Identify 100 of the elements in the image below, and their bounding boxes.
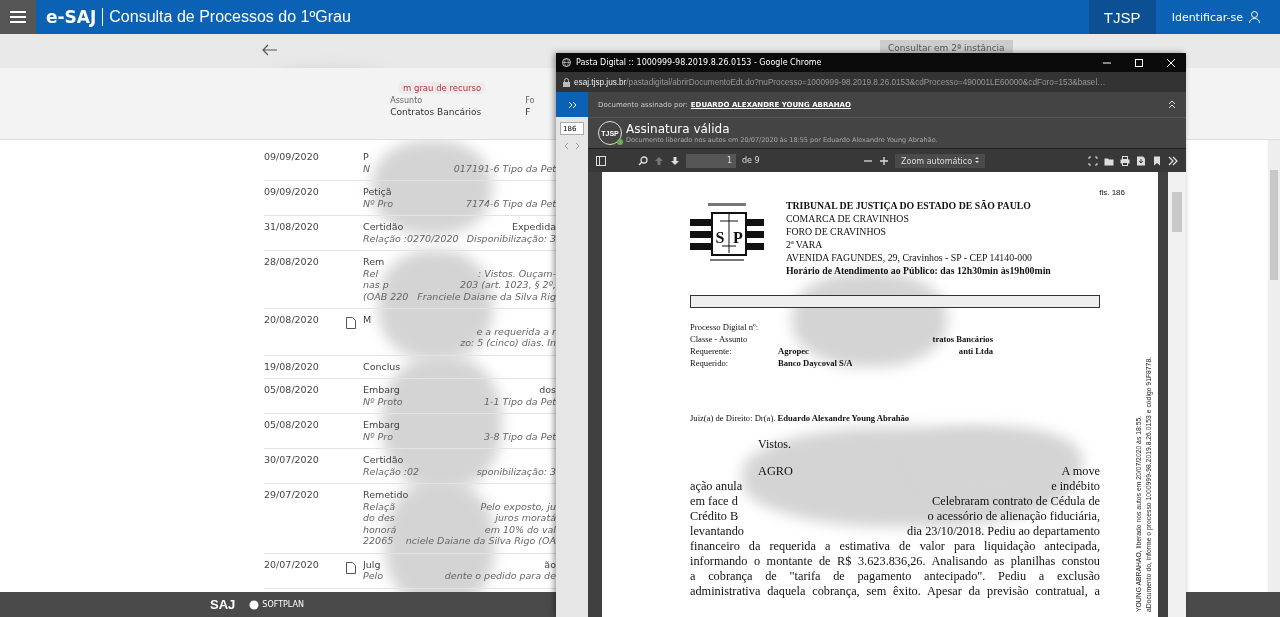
field-label: Requerido: — [690, 357, 730, 369]
movement-detail: 017191-6 Tipo da Pet — [453, 162, 556, 174]
menu-icon — [10, 11, 26, 23]
plus-icon — [879, 155, 890, 166]
paragraph-text: A move — [1061, 464, 1100, 479]
movement-detail: Relação :02 — [363, 465, 420, 477]
close-button[interactable] — [1166, 57, 1176, 68]
login-button[interactable]: Identificar-se — [1165, 9, 1266, 25]
movement-detail: Relação :0270/2020 — [363, 232, 459, 244]
judge-line: Juiz(a) de Direito: Dr(a). Eduardo Alexandre Young Abrahão — [690, 413, 911, 423]
letterhead-line: FORO DE CRAVINHOS — [786, 225, 887, 238]
paragraph-text: AGRO — [758, 464, 793, 479]
movement-detail: Rel — [363, 267, 379, 279]
document-icon[interactable] — [346, 317, 356, 329]
sidebar-icon — [596, 155, 606, 166]
viewer-scrollbar[interactable] — [1168, 172, 1186, 617]
maximize-icon — [1134, 57, 1144, 68]
movement-detail: Relaçã — [363, 500, 395, 512]
fullscreen-button[interactable] — [1088, 155, 1098, 166]
movement-detail: em 10% do val — [484, 523, 556, 535]
page-count: de 9 — [742, 156, 760, 165]
print-button[interactable] — [1120, 155, 1130, 166]
movement-detail: Nº Pro — [363, 430, 394, 442]
movement-detail: N — [363, 162, 371, 174]
field-label: Classe - Assunto — [690, 333, 749, 345]
greeting-text: Vistos. — [758, 437, 792, 452]
document-icon[interactable] — [346, 561, 356, 574]
movement-detail: nas p — [363, 279, 389, 291]
letterhead-line: AVENIDA FAGUNDES, 29, Cravinhos - SP - CEP 14140-000 — [786, 251, 1034, 264]
close-icon — [1166, 57, 1176, 68]
download-button[interactable] — [1136, 155, 1146, 166]
softplan-logo: SOFTPLAN — [249, 599, 304, 610]
back-arrow-icon — [262, 43, 278, 56]
double-chevron-right-icon — [567, 100, 577, 109]
movement-date: 05/08/2020 — [264, 419, 320, 432]
paragraph-text: Crédito B — [690, 509, 739, 524]
field-value: Agropec — [778, 345, 809, 357]
movement-title: M — [363, 314, 372, 326]
movement-detail: zo: 5 (cinco) dias. In — [460, 337, 556, 349]
movement-detail: juros moratá — [495, 512, 556, 524]
movement-detail: (OAB 220 — [363, 290, 409, 302]
zoom-select[interactable]: Zoom automático — [895, 153, 985, 168]
bookmark-button[interactable] — [1152, 155, 1162, 166]
paragraph-line: administrativa daquela cobrança, sem êxito. Apesar da previsão contratual, a — [690, 584, 1100, 599]
movement-detail: Disponibilização: 3 — [466, 232, 556, 244]
movement-detail: e a requerida a r — [476, 325, 556, 337]
movement-title: dos — [539, 384, 556, 396]
paragraph-text: dia 23/10/2018. Pediu ao departamento — [907, 524, 1100, 539]
court-seal-drawing: S P — [690, 199, 764, 265]
movement-detail: honorá — [363, 523, 397, 535]
movement-detail: 7174-6 Tipo da Pet — [465, 197, 556, 209]
movement-title: Petiçã — [363, 186, 392, 198]
movement-detail: 1-1 Tipo da Pet — [484, 395, 556, 407]
field-label: Requerente: — [690, 345, 733, 357]
movement-date: 20/07/2020 — [264, 558, 320, 572]
paragraph-text: o acessório de alienação fiduciária, — [927, 509, 1100, 524]
collapse-button[interactable] — [1168, 100, 1176, 109]
next-page-button[interactable] — [670, 155, 680, 166]
more-tools-button[interactable] — [1168, 155, 1178, 166]
window-title: Pasta Digital :: 1000999-98.2019.8.26.0153 - Google Chrome — [576, 58, 822, 67]
field-value: F — [525, 107, 532, 117]
zoom-in-button[interactable] — [879, 155, 890, 166]
menu-button[interactable] — [0, 0, 36, 34]
paragraph-text: em face d — [690, 494, 738, 509]
movement-title: Embarg — [363, 384, 400, 396]
previous-page-button[interactable] — [654, 155, 664, 166]
movement-title: Certidão — [363, 221, 404, 233]
movement-date: 19/08/2020 — [264, 360, 320, 372]
movement-detail: 203 (art. 1023, § 2º, — [460, 279, 556, 291]
letterhead-line: 2ª VARA — [786, 238, 824, 251]
letterhead-line: Horário de Atendimento ao Público: das 12h30min às19h00min — [786, 264, 1051, 277]
sidebar-toggle-button[interactable] — [596, 155, 606, 166]
page-number-field[interactable]: 1 — [686, 153, 736, 168]
folio-number: fls. 186 — [1098, 188, 1125, 197]
movement-detail: Pelo exposto, ju — [480, 500, 556, 512]
movement-detail: dente o pedido para de — [444, 570, 556, 582]
movement-detail: do des — [363, 512, 395, 524]
expand-icon — [1088, 155, 1098, 166]
letterhead-line: COMARCA DE CRAVINHOS — [786, 212, 910, 225]
movement-date: 31/08/2020 — [264, 221, 320, 234]
field-value: Contratos Bancários — [390, 107, 482, 117]
movement-detail: Nº Proto — [363, 395, 403, 407]
movement-date: 28/08/2020 — [264, 256, 320, 269]
movement-detail: : Vistos. Ouçam- — [477, 267, 556, 279]
paragraph-line: informando o montante de R$ 3.623.836,26. Analisando as planilhas constou — [690, 554, 1100, 569]
search-icon — [638, 155, 648, 166]
field-label: Assunto — [390, 96, 424, 105]
maximize-button[interactable] — [1134, 57, 1144, 68]
movement-title: Conclus — [363, 360, 401, 372]
circle-logo-icon — [249, 599, 260, 610]
search-button[interactable] — [638, 155, 648, 166]
movement-detail: Nº Pro — [363, 197, 394, 209]
app-logo: e-SAJ — [46, 7, 97, 27]
chevron-left-icon — [564, 142, 569, 150]
field-label: Fo — [525, 96, 535, 105]
double-chevron-right-icon — [1168, 155, 1178, 166]
movement-title: ão — [544, 558, 556, 570]
movement-date: 09/09/2020 — [264, 186, 320, 199]
caret-icon — [974, 155, 979, 164]
page-scrollbar[interactable] — [1268, 140, 1280, 592]
